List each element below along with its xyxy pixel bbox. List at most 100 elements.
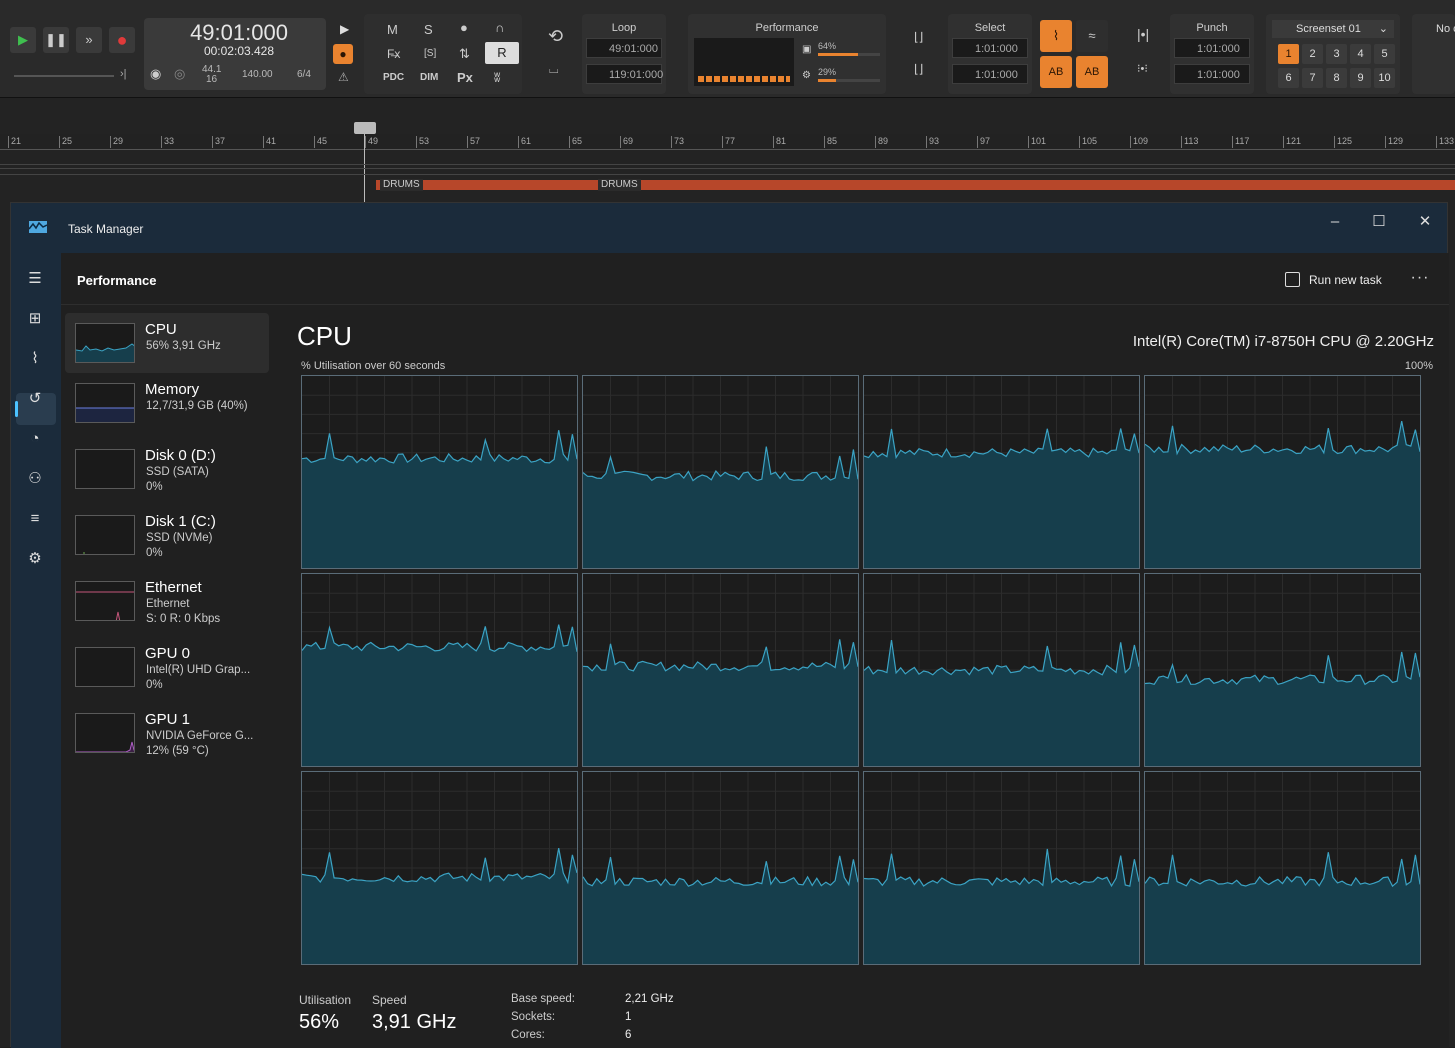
screenset-button-1[interactable]: 1 <box>1278 44 1299 64</box>
metronome-icon[interactable]: ◉ <box>150 66 161 82</box>
screenset-button-8[interactable]: 8 <box>1326 68 1347 88</box>
punch-start-field[interactable]: 1:01:000 <box>1174 38 1250 58</box>
startup-apps-icon[interactable]: ◔ <box>24 428 46 450</box>
resource-item-ethernet[interactable]: Ethernet Ethernet S: 0 R: 0 Kbps <box>65 571 269 631</box>
core-graph-svg <box>1145 376 1420 568</box>
ab-compare-button[interactable]: AB <box>1040 56 1072 88</box>
ruler-tick: 117 <box>1232 136 1249 148</box>
punch-end-field[interactable]: 1:01:000 <box>1174 64 1250 84</box>
loop-range-icon[interactable]: ⌴ <box>549 62 559 77</box>
automation-mode-button[interactable]: ≈ <box>1076 20 1108 52</box>
punch-in-icon[interactable]: |•| <box>1137 26 1149 42</box>
ruler-tick: 105 <box>1079 136 1097 148</box>
drums-clip[interactable] <box>598 180 1455 190</box>
loop-toggle-icon[interactable]: ⟲ <box>548 26 563 47</box>
screenset-dropdown[interactable]: Screenset 01 ⌄ <box>1272 20 1394 38</box>
resource-detail: SSD (SATA) <box>146 466 209 478</box>
logical-processor-graphs[interactable] <box>301 375 1423 967</box>
screenset-button-6[interactable]: 6 <box>1278 68 1299 88</box>
go-to-end-icon[interactable]: ›| <box>120 68 127 80</box>
record-button[interactable]: ● <box>109 27 135 53</box>
more-options-button[interactable]: ··· <box>1407 267 1433 291</box>
title-bar[interactable]: Task Manager – ☐ ✕ <box>11 203 1447 253</box>
cut-off-label: No c <box>1436 23 1455 35</box>
screenset-button-3[interactable]: 3 <box>1326 44 1347 64</box>
position-slider[interactable] <box>14 75 114 77</box>
ruler-tick: 85 <box>824 136 837 148</box>
resource-item-cpu[interactable]: CPU 56% 3,91 GHz <box>65 313 269 373</box>
monitor-panel: M S ● ∩ F̶x [S] ⇅ R PDC DIM Px ʬ <box>364 14 522 94</box>
fast-forward-button[interactable]: » <box>76 27 102 53</box>
core-graph-svg <box>583 574 858 766</box>
processes-icon[interactable]: ⊞ <box>24 308 46 330</box>
play-small-icon[interactable]: ▶ <box>340 22 349 36</box>
record-arm-button[interactable]: ● <box>333 44 353 64</box>
maximize-button[interactable]: ☐ <box>1359 209 1399 235</box>
dim-button[interactable]: DIM <box>420 72 438 83</box>
minimize-button[interactable]: – <box>1315 209 1355 235</box>
resource-name: Ethernet <box>145 579 202 596</box>
tempo[interactable]: 140.00 <box>242 69 273 80</box>
ruler-tick: 93 <box>926 136 939 148</box>
resource-item-disk-1[interactable]: Disk 1 (C:) SSD (NVMe) 0% <box>65 505 269 565</box>
core-graph <box>582 573 859 767</box>
screenset-button-9[interactable]: 9 <box>1350 68 1371 88</box>
run-new-task-button[interactable]: Run new task <box>1285 271 1382 291</box>
punch-out-icon[interactable]: ⁝•⁝ <box>1137 62 1148 75</box>
extra-panel: No c <box>1412 14 1455 94</box>
select-start-icon[interactable]: ⌊⌋ <box>914 30 923 44</box>
loop-start-field[interactable]: 49:01:000 <box>586 38 662 58</box>
solo-button[interactable]: S <box>424 22 433 37</box>
performance-icon[interactable]: ⌇ <box>24 348 46 370</box>
screenset-button-2[interactable]: 2 <box>1302 44 1323 64</box>
resource-item-gpu-1[interactable]: GPU 1 NVIDIA GeForce G... 12% (59 °C) <box>65 703 269 763</box>
screenset-button-4[interactable]: 4 <box>1350 44 1371 64</box>
screenset-button-7[interactable]: 7 <box>1302 68 1323 88</box>
resource-item-memory[interactable]: Memory 12,7/31,9 GB (40%) <box>65 373 269 433</box>
r-button[interactable]: R <box>485 42 519 64</box>
ruler-tick: 41 <box>263 136 276 148</box>
automation-write-button[interactable]: ⌇ <box>1040 20 1072 52</box>
resource-item-disk-0[interactable]: Disk 0 (D:) SSD (SATA) 0% <box>65 439 269 499</box>
swap-icon[interactable]: ⇅ <box>459 46 470 62</box>
play-button[interactable]: ▶ <box>10 27 36 53</box>
time-signature[interactable]: 6/4 <box>297 69 311 80</box>
record-monitor-icon[interactable]: ● <box>460 20 468 35</box>
pdc-button[interactable]: PDC <box>383 72 404 83</box>
ab-compare-alt-button[interactable]: AB <box>1076 56 1108 88</box>
hamburger-icon[interactable]: ☰ <box>24 268 46 290</box>
solo-bracket-button[interactable]: [S] <box>424 48 436 59</box>
count-in-icon[interactable]: ◎ <box>174 66 185 82</box>
select-end-field[interactable]: 1:01:000 <box>952 64 1028 84</box>
loop-end-field[interactable]: 119:01:000 <box>586 64 663 84</box>
core-graph-svg <box>302 574 577 766</box>
memory-thumbnail <box>75 383 135 423</box>
playhead-handle[interactable] <box>354 122 376 134</box>
warning-icon[interactable]: ⚠ <box>338 70 349 84</box>
app-history-icon[interactable]: ↺ <box>24 388 46 410</box>
mute-button[interactable]: M <box>387 22 398 37</box>
fx-icon[interactable]: F̶x <box>387 47 400 61</box>
details-icon[interactable]: ≡ <box>24 508 46 530</box>
core-graph-svg <box>302 772 577 964</box>
screenset-button-5[interactable]: 5 <box>1374 44 1395 64</box>
close-button[interactable]: ✕ <box>1405 209 1445 235</box>
users-icon[interactable]: ⚇ <box>24 468 46 490</box>
resource-detail: 12,7/31,9 GB (40%) <box>146 400 248 412</box>
core-graph <box>1144 573 1421 767</box>
ruler-tick: 37 <box>212 136 225 148</box>
disk-meter-icon: ⚙ <box>802 70 811 81</box>
timeline-ruler[interactable]: 21 25 29 33 37 41 45 49 53 57 61 65 69 73 77 81 85 89 93 97… <box>0 134 1455 150</box>
ruler-tick: 101 <box>1028 136 1046 148</box>
waveform-icon[interactable]: ʬ <box>494 70 500 85</box>
screenset-button-10[interactable]: 10 <box>1374 68 1395 88</box>
cpu-meter-icon: ▣ <box>802 44 812 55</box>
headphones-icon[interactable]: ∩ <box>495 20 504 35</box>
select-end-icon[interactable]: ⌊⌋ <box>914 62 923 76</box>
resource-item-gpu-0[interactable]: GPU 0 Intel(R) UHD Grap... 0% <box>65 637 269 697</box>
services-icon[interactable]: ⚙ <box>24 548 46 570</box>
px-button[interactable]: Px <box>457 70 473 85</box>
pause-button[interactable]: ❚❚ <box>43 27 69 53</box>
select-start-field[interactable]: 1:01:000 <box>952 38 1028 58</box>
graph-caption: % Utilisation over 60 seconds <box>301 360 446 372</box>
